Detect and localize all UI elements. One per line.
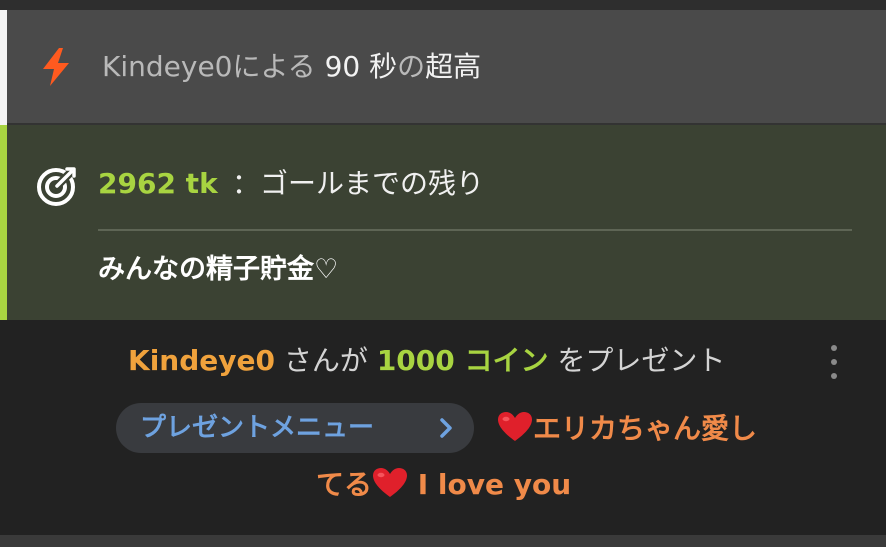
left-edge-highlight — [0, 10, 7, 125]
chat-message: Kindeye0 さんが 1000 コイン をプレゼント プレゼントメニュー エ… — [0, 320, 886, 535]
boost-particle: の — [397, 50, 426, 83]
gift-menu-button[interactable]: プレゼントメニュー — [116, 403, 474, 453]
boost-unit: 秒 — [369, 50, 398, 83]
boost-notification-bar: Kindeye0による 90 秒の超高 — [7, 10, 886, 123]
target-goal-icon — [37, 167, 76, 206]
boost-label: 超高 — [425, 50, 482, 83]
gift-menu-label: プレゼントメニュー — [140, 413, 375, 443]
boost-text: Kindeye0による 90 秒の超高 — [102, 49, 481, 85]
chat-message-text-line2: てる I love you — [316, 466, 571, 504]
top-edge — [0, 0, 886, 10]
goal-title: みんなの精子貯金♡ — [98, 254, 339, 285]
boost-duration: 90 — [324, 50, 361, 83]
goal-remaining-amount: 2962 tk — [98, 167, 218, 200]
gift-notice: Kindeye0 さんが 1000 コイン をプレゼント — [128, 342, 725, 380]
chat-message-part2: てる — [316, 468, 373, 501]
gift-coin-amount: 1000 コイン — [376, 344, 549, 377]
lightning-bolt-icon — [43, 48, 69, 86]
red-heart-emoji — [498, 412, 532, 441]
goal-panel: 2962 tk ：ゴールまでの残り みんなの精子貯金♡ — [0, 125, 886, 320]
chat-message-text-line1: エリカちゃん愛し — [497, 410, 757, 448]
live-stream-chat-panel: Kindeye0による 90 秒の超高 2962 tk ：ゴールまでの残り みん… — [0, 0, 886, 547]
boost-by: による — [232, 50, 316, 83]
goal-remaining-label: ：ゴールまでの残り — [232, 167, 485, 200]
goal-accent-bar — [0, 125, 7, 320]
gift-username[interactable]: Kindeye0 — [128, 344, 275, 377]
goal-separator — [98, 229, 852, 231]
chat-message-part3: I love you — [417, 468, 572, 501]
chat-message-part1: エリカちゃん愛し — [533, 412, 758, 445]
gift-suffix: をプレゼント — [557, 344, 726, 377]
gift-san-ga: さんが — [283, 344, 368, 377]
kebab-more-icon[interactable] — [824, 342, 844, 382]
red-heart-emoji — [373, 468, 408, 497]
boost-user: Kindeye0 — [102, 50, 233, 83]
chevron-right-icon — [440, 418, 452, 438]
bottom-edge — [0, 535, 886, 547]
